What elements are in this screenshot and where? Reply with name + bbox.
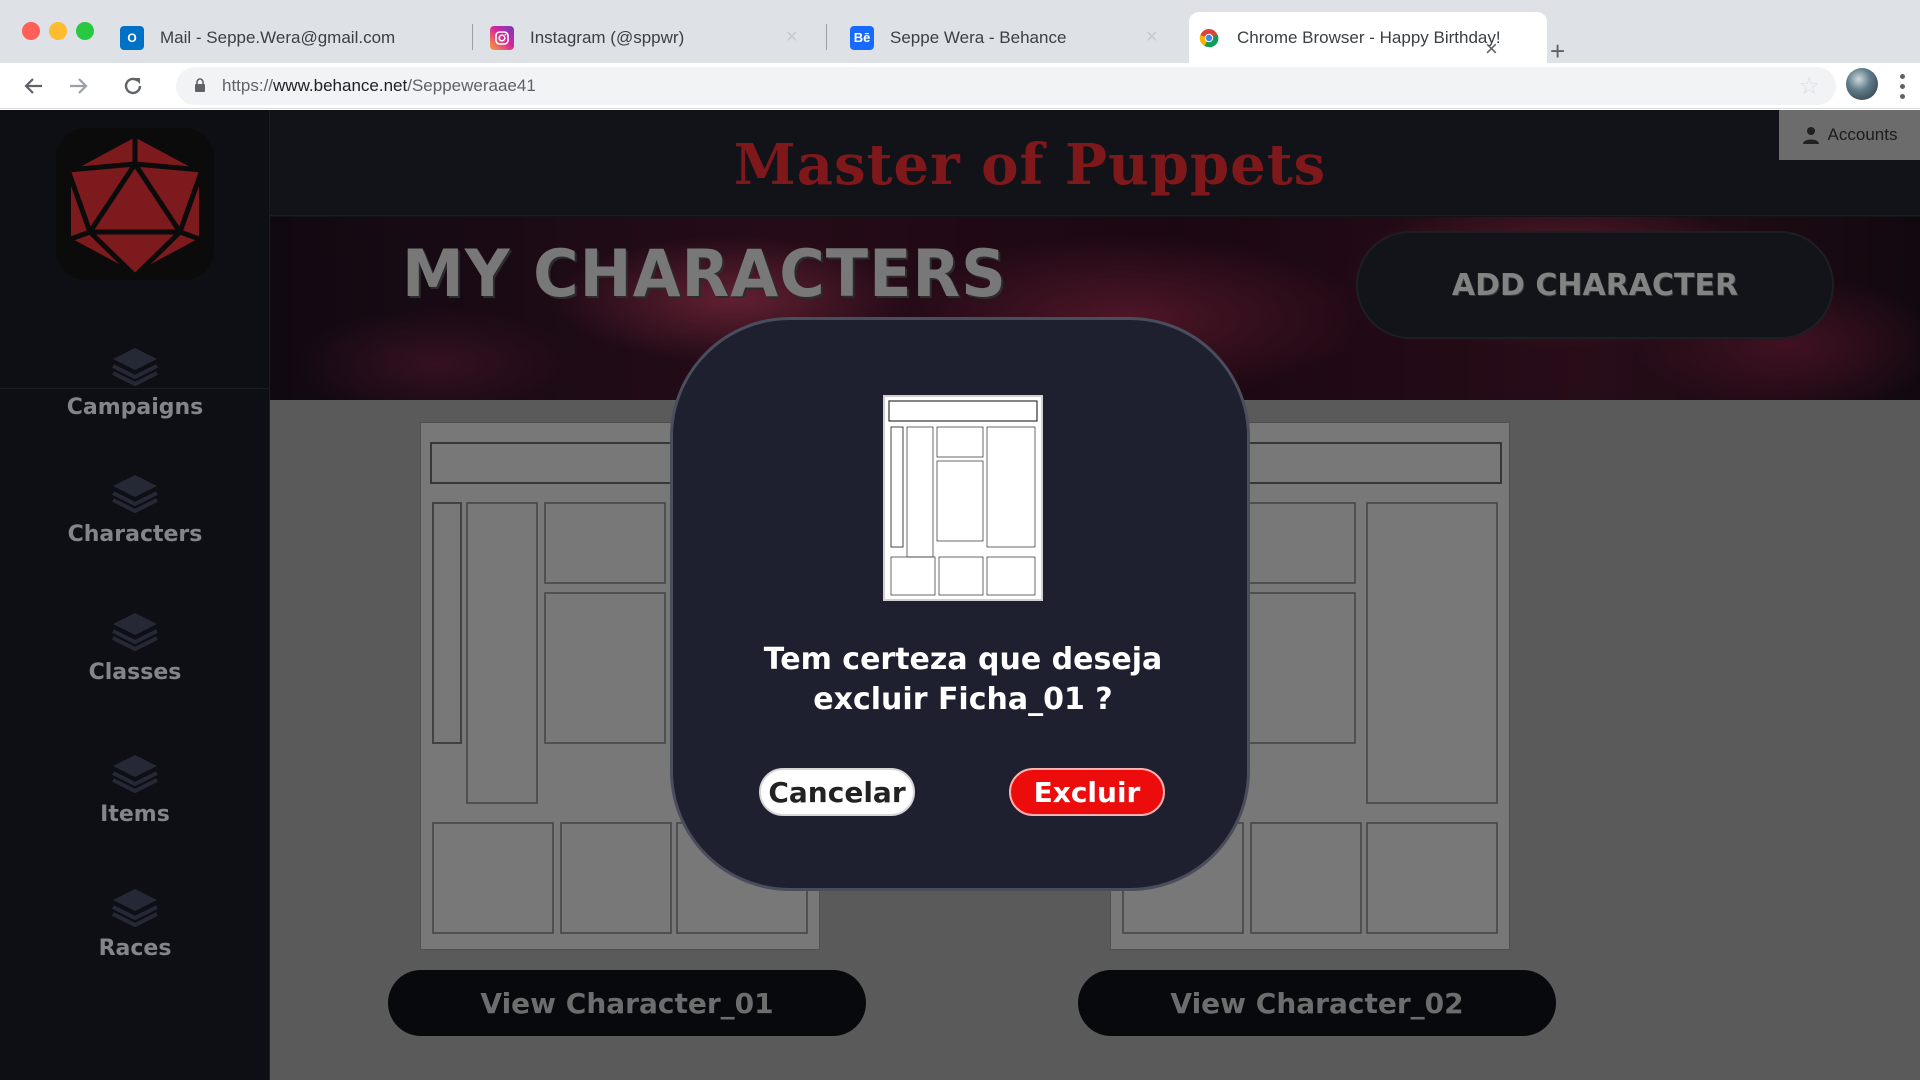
window-close-button[interactable]: [22, 22, 40, 40]
tab-title: Mail - Seppe.Wera@gmail.com: [160, 27, 396, 47]
instagram-icon: [490, 25, 514, 50]
close-tab-icon[interactable]: ×: [1485, 36, 1498, 62]
app-root: Campaigns Characters Classes Items Races…: [0, 110, 1920, 1080]
confirm-message: Tem certeza que deseja excluir Ficha_01 …: [713, 640, 1213, 720]
delete-button[interactable]: Excluir: [1009, 768, 1165, 816]
browser-tab-bar: O Mail - Seppe.Wera@gmail.com Instagram …: [0, 0, 1920, 64]
delete-confirm-dialog: Tem certeza que deseja excluir Ficha_01 …: [670, 317, 1250, 891]
lock-icon: [195, 78, 205, 92]
browser-tab-instagram[interactable]: Instagram (@sppwr) ×: [490, 12, 810, 63]
chrome-icon: [1197, 26, 1221, 50]
confirm-line: Tem certeza que deseja: [763, 642, 1163, 677]
behance-icon: Bē: [850, 25, 874, 50]
new-tab-button[interactable]: +: [1550, 38, 1565, 64]
address-bar[interactable]: https://www.behance.net/Seppeweraae41 ☆: [176, 67, 1836, 105]
tab-title: Instagram (@sppwr): [530, 27, 685, 47]
tab-separator: [826, 24, 827, 50]
tab-title: Seppe Wera - Behance: [890, 27, 1067, 47]
tab-separator: [472, 24, 473, 50]
window-zoom-button[interactable]: [76, 22, 94, 40]
cancel-button[interactable]: Cancelar: [759, 768, 915, 816]
browser-menu-icon[interactable]: [1898, 71, 1906, 101]
outlook-icon: O: [120, 25, 144, 50]
browser-toolbar: https://www.behance.net/Seppeweraae41 ☆: [0, 63, 1920, 109]
url-text: https://www.behance.net/Seppeweraae41: [222, 76, 536, 95]
confirm-line: excluir Ficha_01 ?: [813, 682, 1113, 717]
character-sheet-preview: [883, 395, 1043, 601]
close-tab-icon[interactable]: ×: [1146, 26, 1158, 49]
browser-tab-mail[interactable]: O Mail - Seppe.Wera@gmail.com: [120, 12, 470, 63]
bookmark-star-icon[interactable]: ☆: [1798, 72, 1820, 101]
tab-title: Chrome Browser - Happy Birthday!: [1237, 27, 1501, 47]
window-minimize-button[interactable]: [49, 22, 67, 40]
browser-tab-chrome[interactable]: Chrome Browser - Happy Birthday! ×: [1189, 12, 1547, 63]
reload-icon[interactable]: [118, 71, 148, 101]
back-icon[interactable]: [18, 71, 48, 101]
profile-avatar[interactable]: [1846, 68, 1878, 100]
forward-icon[interactable]: [64, 71, 94, 101]
browser-tab-behance[interactable]: Bē Seppe Wera - Behance ×: [850, 12, 1170, 63]
close-tab-icon[interactable]: ×: [786, 26, 798, 49]
